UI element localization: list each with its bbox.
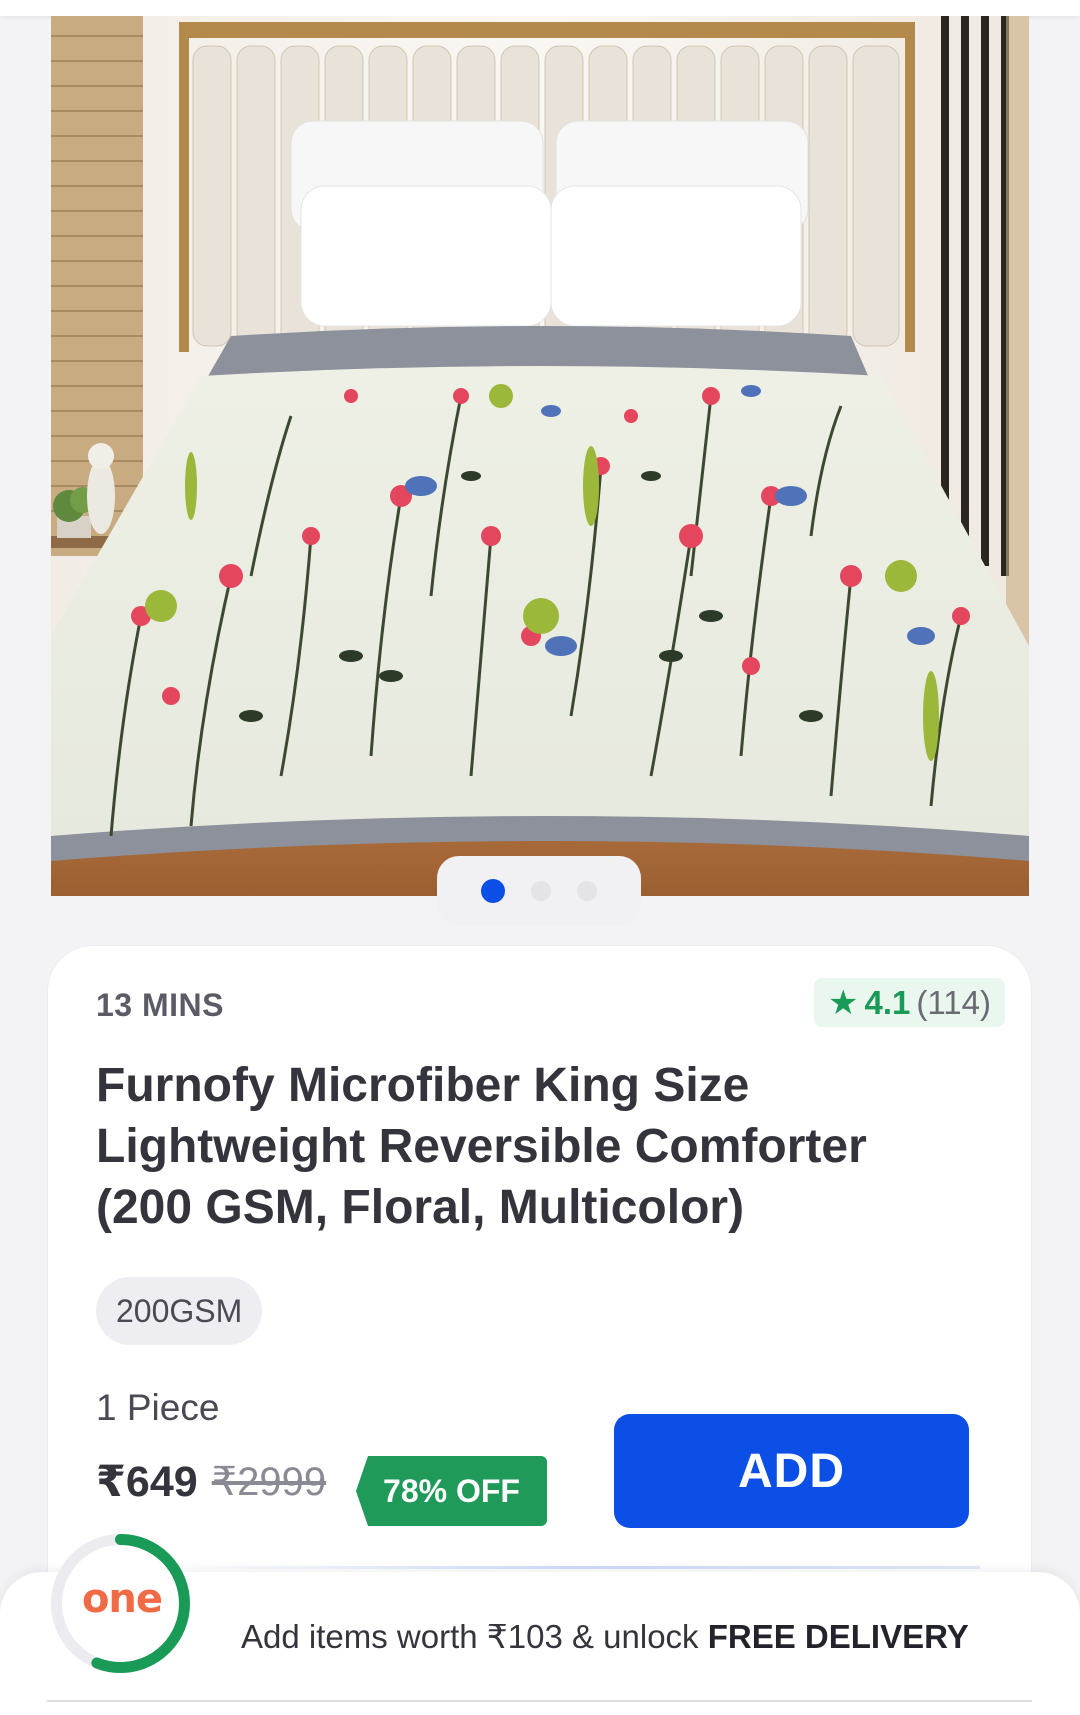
divider <box>190 1566 980 1569</box>
mrp-price: ₹2999 <box>211 1460 327 1504</box>
add-to-cart-button[interactable]: ADD <box>614 1414 969 1528</box>
free-delivery-highlight: FREE DELIVERY <box>707 1618 969 1655</box>
variant-chip[interactable]: 200GSM <box>96 1277 263 1345</box>
selling-price: ₹649 <box>96 1458 198 1506</box>
pack-quantity: 1 Piece <box>96 1387 220 1428</box>
product-title: Furnofy Microfiber King Size Lightweight… <box>96 1059 867 1234</box>
rating-value: 4.1 <box>864 983 911 1021</box>
top-strip <box>0 0 1080 16</box>
rating-badge[interactable]: ★ 4.1 (114) <box>814 978 1005 1027</box>
carousel-dot-3[interactable] <box>577 881 597 901</box>
free-delivery-text: Add items worth ₹103 & unlock <box>241 1618 708 1655</box>
discount-badge: 78% OFF <box>356 1456 547 1526</box>
product-image[interactable] <box>51 16 1029 896</box>
carousel-dot-2[interactable] <box>531 881 551 901</box>
price-row: ₹649 ₹2999 <box>96 1457 326 1507</box>
delivery-eta: 13 MINS <box>96 987 224 1023</box>
rating-count: (114) <box>916 983 991 1021</box>
carousel-dot-1[interactable] <box>481 879 505 903</box>
one-logo: one <box>81 1576 163 1622</box>
star-icon: ★ <box>828 983 859 1022</box>
carousel-indicator[interactable] <box>437 856 641 926</box>
bottom-divider <box>47 1700 1032 1702</box>
comforter-illustration <box>51 16 1029 896</box>
free-delivery-message: Add items worth ₹103 & unlock FREE DELIV… <box>241 1617 969 1656</box>
